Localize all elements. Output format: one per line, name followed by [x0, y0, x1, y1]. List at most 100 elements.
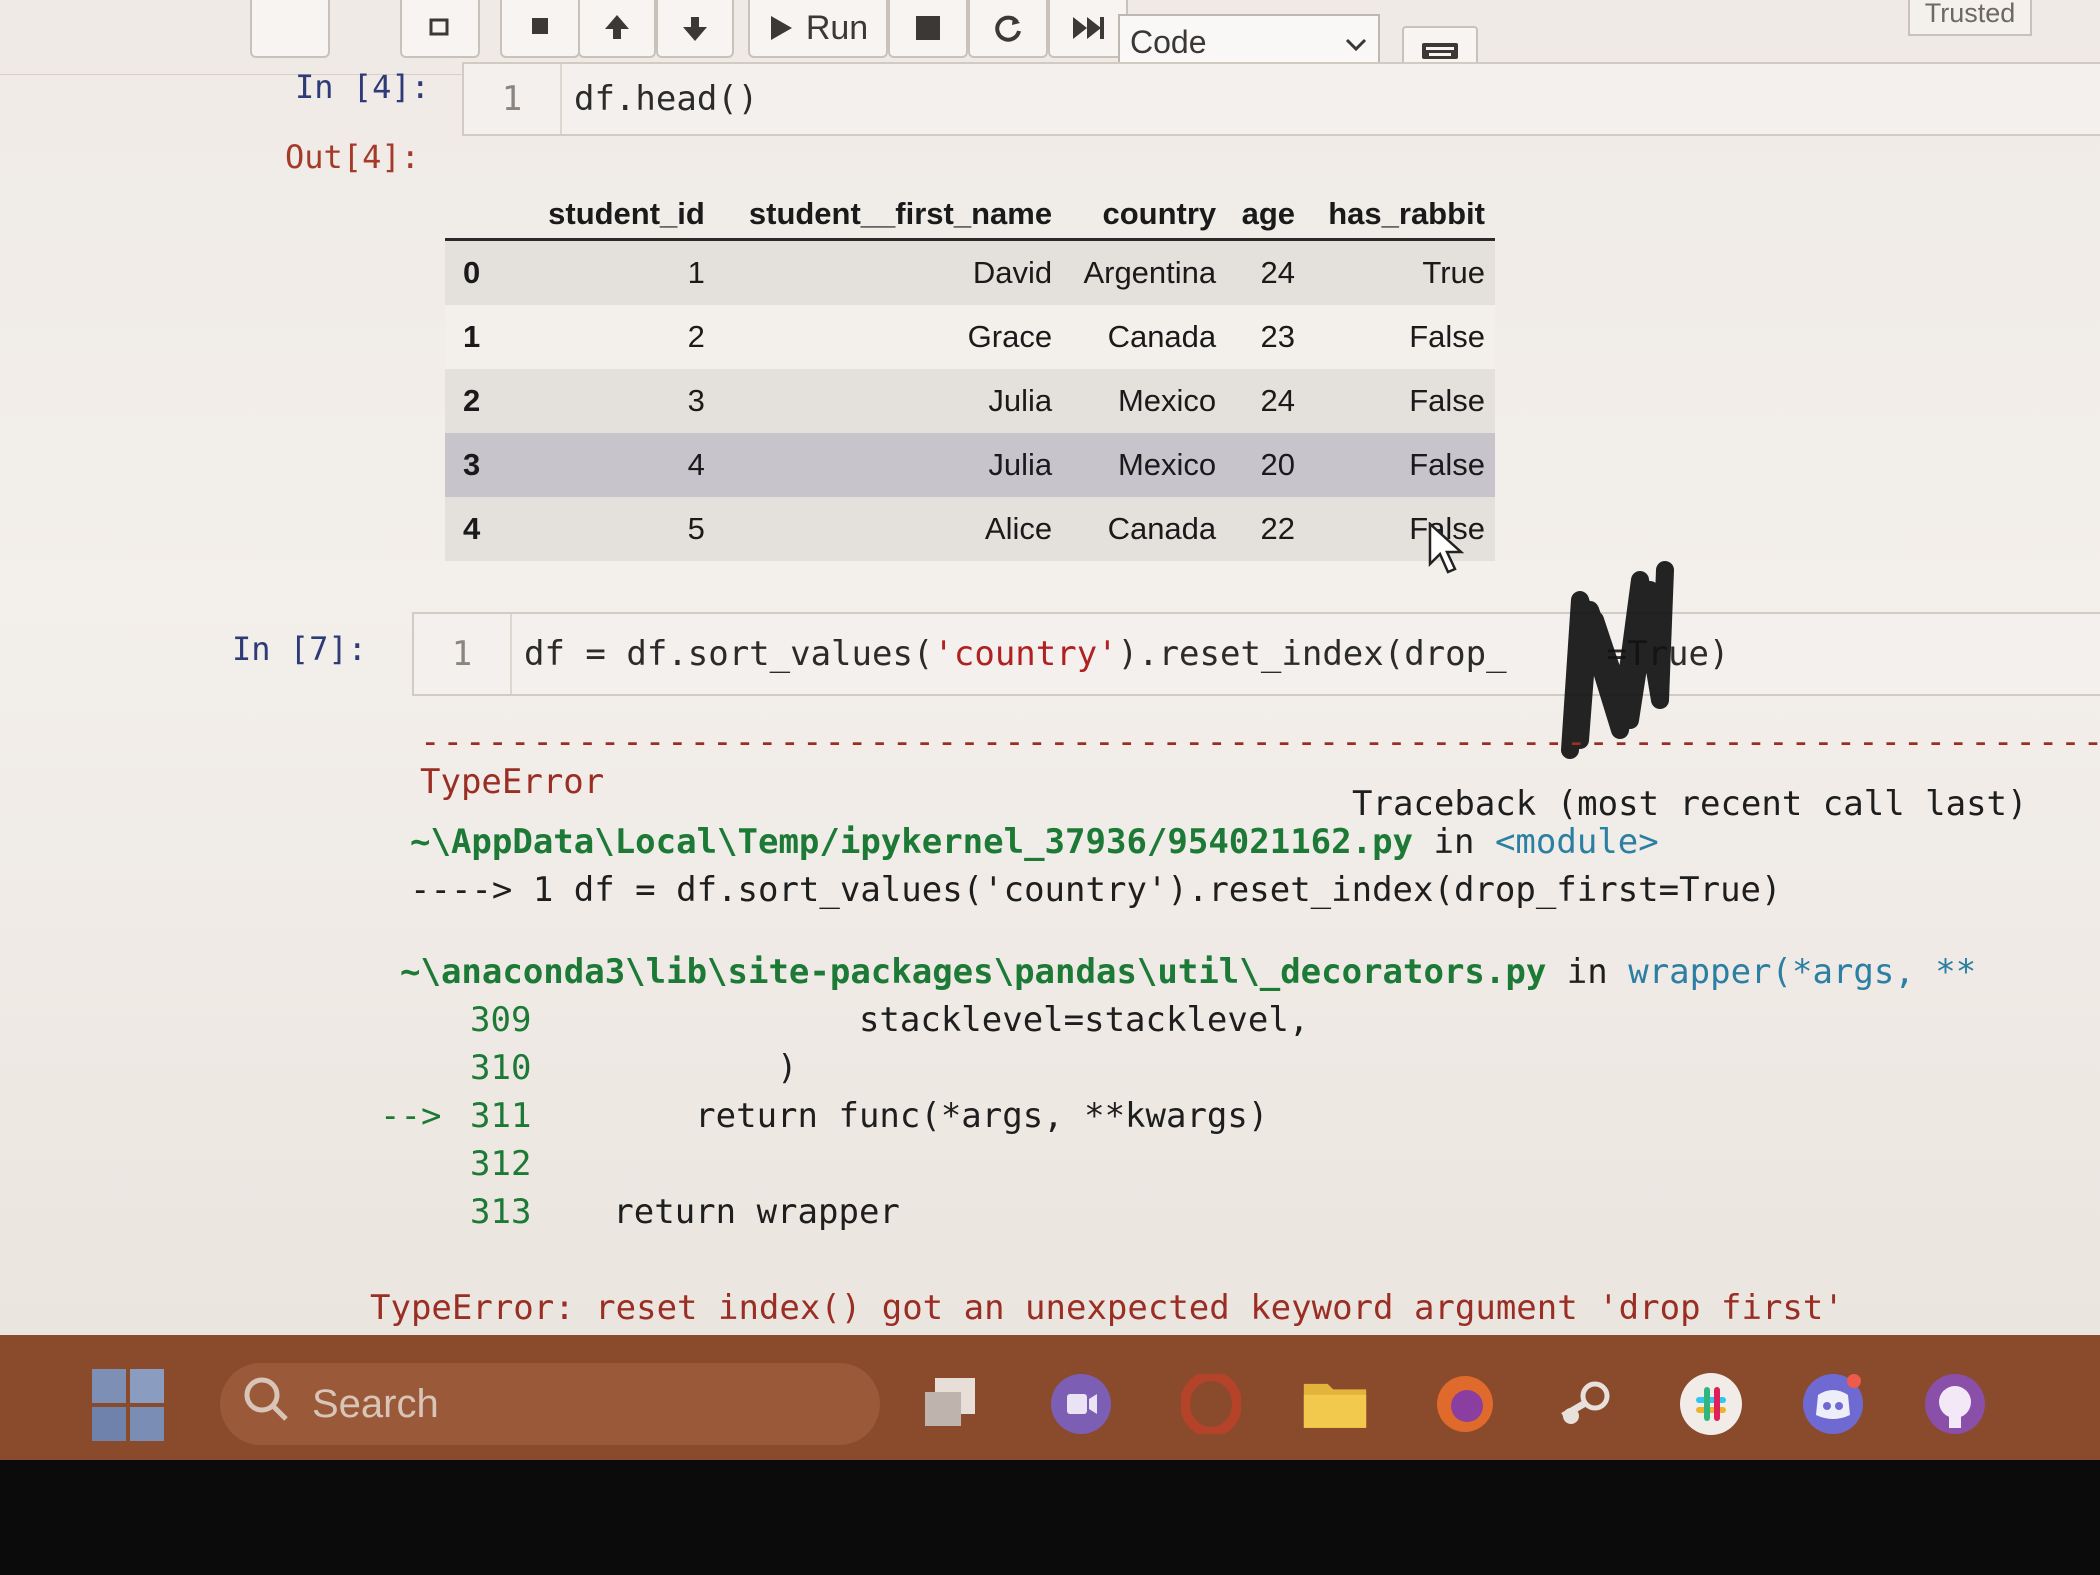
cell-input-prompt: In [4]:	[295, 68, 430, 106]
table-cell: Argentina	[1083, 255, 1217, 290]
table-cell: False	[1409, 447, 1485, 482]
frame-line-number: 309	[470, 1000, 532, 1040]
table-cell: 24	[1260, 383, 1296, 418]
table-cell: False	[1409, 319, 1485, 354]
code-line: df = df.sort_values('country').reset_ind…	[524, 614, 1729, 694]
table-row: 1 2 Grace Canada 23 False	[445, 305, 1495, 369]
run-button-label: Run	[805, 8, 869, 47]
cell-type-value: Code	[1130, 23, 1207, 60]
file-explorer-icon[interactable]	[1302, 1371, 1368, 1437]
trusted-indicator[interactable]: Trusted	[1908, 0, 2032, 36]
firefox-icon[interactable]	[1432, 1371, 1498, 1437]
table-cell: False	[1409, 383, 1485, 418]
windows-taskbar: Search	[0, 1335, 2100, 1460]
move-down-button[interactable]	[656, 0, 734, 58]
traceback-header: Traceback (most recent call last)	[1352, 784, 2028, 824]
steam-icon[interactable]	[1556, 1371, 1622, 1437]
cut-button[interactable]	[250, 0, 330, 58]
copy-icon	[427, 18, 453, 38]
code-string: 'country'	[933, 634, 1118, 674]
frame-line: 312	[380, 1144, 531, 1184]
line-marker: -->	[380, 1096, 442, 1136]
file-path: ~\AppData\Local\Temp/ipykernel_37936/954…	[410, 822, 1414, 862]
fast-forward-icon	[1071, 15, 1105, 41]
cell-input-prompt: In [7]:	[232, 630, 367, 668]
file-path: ~\anaconda3\lib\site-packages\pandas\uti…	[400, 952, 1547, 992]
function-name: wrapper(*args, **	[1628, 952, 1977, 992]
frame-line-code: return func(*args, **kwargs)	[531, 1096, 1269, 1136]
row-index: 2	[463, 383, 481, 418]
module-name: <module>	[1494, 822, 1659, 862]
keyboard-icon	[1420, 40, 1460, 62]
table-cell: 24	[1260, 255, 1296, 290]
traceback-frame-1: ~\AppData\Local\Temp/ipykernel_37936/954…	[410, 822, 1659, 862]
table-row-hovered: 3 4 Julia Mexico 20 False	[445, 433, 1495, 497]
cell-output-prompt: Out[4]:	[285, 138, 420, 176]
line-number: 1	[414, 614, 512, 694]
teams-icon[interactable]	[1048, 1371, 1114, 1437]
column-header: country	[1102, 196, 1217, 231]
taskbar-search-box[interactable]: Search	[220, 1363, 880, 1445]
copy-button[interactable]	[400, 0, 480, 58]
chevron-down-icon	[1344, 24, 1368, 61]
search-placeholder: Search	[312, 1381, 439, 1426]
final-error-message: TypeError: reset index() got an unexpect…	[370, 1288, 1844, 1328]
row-index: 3	[463, 447, 481, 482]
line-number: 1	[464, 64, 562, 134]
table-cell: 4	[687, 447, 705, 482]
table-cell: 23	[1260, 319, 1296, 354]
table-cell: David	[972, 255, 1053, 290]
in-keyword: in	[1566, 952, 1608, 992]
task-view-icon[interactable]	[918, 1371, 984, 1437]
row-index: 4	[463, 511, 481, 546]
run-button[interactable]: Run	[748, 0, 888, 58]
column-header: has_rabbit	[1328, 196, 1485, 231]
in-keyword: in	[1433, 822, 1475, 862]
table-row: 4 5 Alice Canada 22 False	[445, 497, 1495, 561]
table-cell: Mexico	[1117, 383, 1217, 418]
opera-icon[interactable]	[1178, 1371, 1244, 1437]
frame-line-number: 310	[470, 1048, 532, 1088]
table-cell: 2	[687, 319, 705, 354]
table-cell: Canada	[1107, 511, 1217, 546]
error-type: TypeError	[420, 762, 605, 802]
table-cell: 1	[687, 255, 705, 290]
run-all-button[interactable]	[1048, 0, 1128, 58]
table-cell: Julia	[988, 383, 1053, 418]
frame-line-current: --> 311 return func(*args, **kwargs)	[380, 1096, 1268, 1136]
paste-button[interactable]	[500, 0, 580, 58]
code-cell-input[interactable]: 1 df.head()	[462, 62, 2100, 136]
column-header: student_id	[548, 196, 705, 231]
frame-line-code: return wrapper	[531, 1192, 900, 1232]
separator-dashes: ----------------------------------------…	[420, 722, 2100, 762]
table-cell: Grace	[967, 319, 1053, 354]
table-cell: False	[1409, 511, 1485, 546]
table-cell: Canada	[1107, 319, 1217, 354]
stop-icon	[914, 14, 942, 42]
table-cell: 20	[1260, 447, 1296, 482]
restart-button[interactable]	[968, 0, 1048, 58]
column-header: student__first_name	[748, 196, 1053, 231]
table-header-row: student_id student__first_name country a…	[445, 190, 1495, 240]
code-segment: ).reset_index(drop_	[1117, 634, 1507, 674]
windows-start-icon[interactable]	[88, 1365, 168, 1445]
slack-icon[interactable]	[1678, 1371, 1744, 1437]
screen-bezel	[0, 1460, 2100, 1575]
row-index: 0	[463, 255, 481, 290]
github-icon[interactable]	[1922, 1371, 1988, 1437]
frame-line-number: 312	[470, 1144, 532, 1184]
search-icon	[242, 1375, 290, 1433]
interrupt-button[interactable]	[888, 0, 968, 58]
table-cell: 3	[687, 383, 705, 418]
frame-line-number: 311	[470, 1096, 532, 1136]
paste-icon	[527, 18, 553, 38]
discord-icon[interactable]	[1800, 1371, 1866, 1437]
trusted-label: Trusted	[1924, 0, 2016, 28]
code-cell-input[interactable]: 1 df = df.sort_values('country').reset_i…	[412, 612, 2100, 696]
dataframe-table: student_id student__first_name country a…	[445, 190, 1495, 561]
traceback-frame-2: ~\anaconda3\lib\site-packages\pandas\uti…	[400, 952, 1976, 992]
jupyter-notebook-screen: Run Code Trusted In [4]: 1 df.head() Out…	[0, 0, 2100, 1335]
move-up-button[interactable]	[578, 0, 656, 58]
frame-line: 310 )	[380, 1048, 798, 1088]
table-cell: Alice	[984, 511, 1053, 546]
